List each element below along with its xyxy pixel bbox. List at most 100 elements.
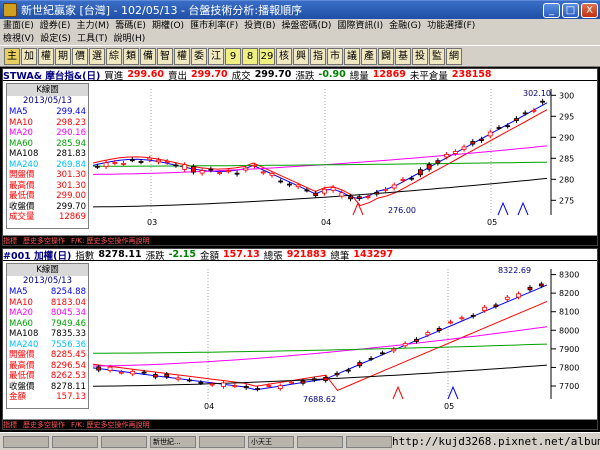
minimize-button[interactable]: _ xyxy=(543,2,560,18)
candle-body xyxy=(209,383,215,386)
toolbar-button[interactable]: 產 xyxy=(361,47,377,65)
toolbar-button[interactable]: 價 xyxy=(72,47,88,65)
menu-item[interactable]: 主力(M) xyxy=(73,20,112,32)
taskbar-item[interactable] xyxy=(101,435,147,448)
maximize-button[interactable]: □ xyxy=(562,2,579,18)
indicator-value: 157.13 xyxy=(56,392,86,402)
taskbar-item[interactable]: 新世紀... xyxy=(150,435,196,448)
indicator-row: 最高價 301.30 xyxy=(7,181,88,192)
indicator-label: MA10 xyxy=(9,297,33,308)
indicator-row: MA5 299.44 xyxy=(7,107,88,118)
y-tick-label: 290 xyxy=(559,133,574,142)
toolbar-button[interactable]: 基 xyxy=(395,47,411,65)
footer-item[interactable]: 指標 xyxy=(3,236,17,245)
taskbar-item[interactable] xyxy=(3,435,49,448)
toolbar-button[interactable]: 核 xyxy=(276,47,292,65)
footer-item[interactable]: F/K: 歷史多空操作再說明 xyxy=(71,420,150,429)
toolbar-button[interactable]: 9 xyxy=(225,47,241,65)
candle-body xyxy=(191,166,196,173)
toolbar-button[interactable]: 闢 xyxy=(378,47,394,65)
footer-item[interactable]: 指標 xyxy=(3,420,17,429)
indicator-row: MA20 290.16 xyxy=(7,128,88,139)
footer-item[interactable]: 歷史多空操作 xyxy=(23,236,65,245)
indicator-value: 8296.54 xyxy=(50,360,86,371)
toolbar-button[interactable]: 權 xyxy=(174,47,190,65)
chart-svg: 8300 8200 8100 8000 7900 7800 7700 04 05 8322.69 7… xyxy=(3,261,597,419)
candle-body xyxy=(380,352,385,355)
toolbar-button[interactable]: 市 xyxy=(327,47,343,65)
menu-item[interactable]: 匯市利率(F) xyxy=(187,20,241,32)
menu-item[interactable]: 操盤密碼(D) xyxy=(278,20,334,32)
menu-item[interactable]: 金融(G) xyxy=(386,20,424,32)
toolbar-button[interactable]: 選 xyxy=(89,47,105,65)
candle-body xyxy=(269,173,275,176)
indicator-sidebar: K線圖 2013/05/13 MA5 8254.88 MA10 8183.04 MA20… xyxy=(6,263,89,409)
indicator-value: 290.16 xyxy=(56,128,86,138)
taskbar-item[interactable] xyxy=(297,435,343,448)
candle-body xyxy=(365,196,371,199)
candle-body xyxy=(175,377,181,380)
footer-item[interactable]: F/K: 歷史多空操作再說明 xyxy=(71,236,150,245)
toolbar-button[interactable]: 興 xyxy=(293,47,309,65)
toolbar-button[interactable]: 期 xyxy=(55,47,71,65)
candle-body xyxy=(357,362,363,367)
indicator-label: MA108 xyxy=(9,329,39,339)
menu-item[interactable]: 畫面(E) xyxy=(0,20,37,32)
toolbar-button[interactable]: 綜 xyxy=(106,47,122,65)
footer-item[interactable]: 歷史多空操作 xyxy=(23,420,65,429)
toolbar-button[interactable]: 網 xyxy=(446,47,462,65)
toolbar-button[interactable]: 監 xyxy=(429,47,445,65)
candle-body xyxy=(470,314,476,317)
indicator-row: MA5 8254.88 xyxy=(7,287,88,298)
toolbar-button[interactable]: 備 xyxy=(140,47,156,65)
volume-value: 12869 xyxy=(372,69,406,80)
taskbar-item[interactable] xyxy=(52,435,98,448)
menu-item[interactable]: 期權(O) xyxy=(149,20,187,32)
candle-body xyxy=(107,366,113,371)
indicator-row: 開盤價 301.30 xyxy=(7,170,88,181)
menu-item[interactable]: 證券(E) xyxy=(37,20,74,32)
toolbar-button[interactable]: 江 xyxy=(208,47,224,65)
y-tick-label: 8100 xyxy=(559,308,579,317)
toolbar-button[interactable]: 類 xyxy=(123,47,139,65)
taskbar-item[interactable] xyxy=(199,435,245,448)
toolbar-button[interactable]: 主 xyxy=(4,47,20,65)
toolbar-button[interactable]: 加 xyxy=(21,47,37,65)
candle-body xyxy=(138,161,144,163)
toolbar-button[interactable]: 8 xyxy=(242,47,258,65)
candlestick-chart[interactable]: 8300 8200 8100 8000 7900 7800 7700 04 05 8322.69 7… xyxy=(3,261,597,419)
menu-item[interactable]: 設定(S) xyxy=(37,33,74,45)
menu-item[interactable]: 功能選擇(F) xyxy=(424,20,478,32)
toolbar-button[interactable]: 智 xyxy=(157,47,173,65)
toolbar-button[interactable]: 委 xyxy=(191,47,207,65)
indicator-label: 開盤價 xyxy=(9,350,35,360)
indicator-sidebar: K線圖 2013/05/13 MA5 299.44 MA10 298.23 MA20 29… xyxy=(6,83,89,229)
toolbar-button[interactable]: 指 xyxy=(310,47,326,65)
low-price-label: 276.00 xyxy=(388,206,416,215)
indicator-value: 7835.33 xyxy=(50,329,86,339)
menu-item[interactable]: 說明(H) xyxy=(110,33,148,45)
menu-item[interactable]: 投資(B) xyxy=(241,20,278,32)
menu-item[interactable]: 國際資訊(I) xyxy=(334,20,386,32)
toolbar-button[interactable]: 議 xyxy=(344,47,360,65)
menu-item[interactable]: 籌碼(E) xyxy=(112,20,149,32)
candle-body xyxy=(345,369,351,372)
menu-row-1: 畫面(E) 證券(E) 主力(M) 籌碼(E) 期權(O) 匯市利率(F) 投資(B) 操盤密… xyxy=(0,19,600,32)
toolbar-button[interactable]: 29 xyxy=(259,47,275,65)
indicator-value: 301.30 xyxy=(56,170,86,180)
close-button[interactable]: X xyxy=(581,2,598,18)
candle-body xyxy=(287,183,292,186)
ask-label: 賣出 xyxy=(167,70,187,81)
menu-item[interactable]: 工具(T) xyxy=(74,33,111,45)
amount-value: 157.13 xyxy=(223,249,260,260)
indicator-value: 299.44 xyxy=(56,107,86,117)
toolbar-button[interactable]: 權 xyxy=(38,47,54,65)
taskbar-item[interactable] xyxy=(346,435,392,448)
candlestick-chart[interactable]: 300 295 290 285 280 275 03 04 05 302.10 276.00 xyxy=(3,81,597,235)
menu-item[interactable]: 檢視(V) xyxy=(0,33,37,45)
taskbar-item[interactable]: 小天王 xyxy=(248,435,294,448)
indicator-label: 最低價 xyxy=(9,191,35,201)
toolbar-button[interactable]: 投 xyxy=(412,47,428,65)
candle-body xyxy=(112,162,118,164)
candle-body xyxy=(538,283,544,287)
